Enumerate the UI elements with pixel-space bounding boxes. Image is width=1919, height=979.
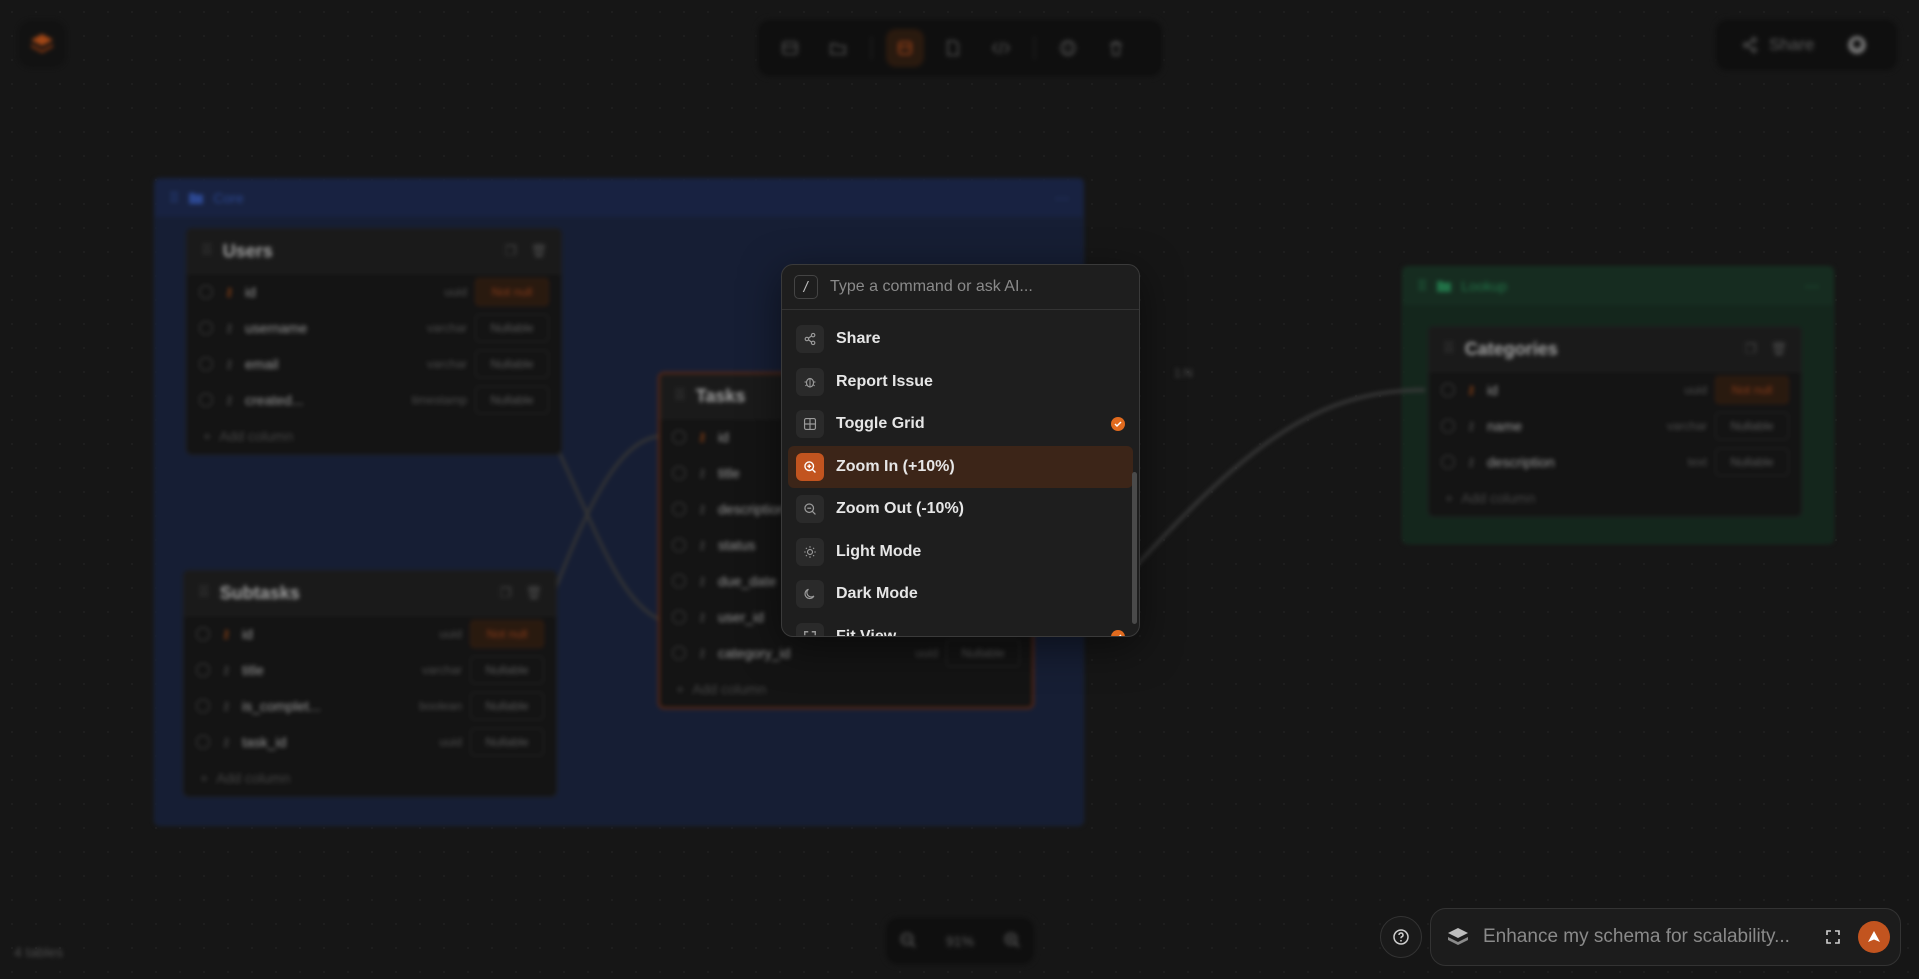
arrow-up-icon [1868, 931, 1880, 942]
send-button[interactable] [1858, 921, 1890, 953]
command-label: Zoom Out (-10%) [836, 500, 964, 517]
command-item-fit[interactable]: Fit View [788, 616, 1133, 637]
command-label: Share [836, 330, 881, 347]
check-icon [1111, 629, 1125, 636]
bug-icon [796, 367, 824, 396]
share-icon [796, 325, 824, 353]
command-item-zoom-in[interactable]: Zoom In (+10%) [788, 445, 1133, 488]
slash-shortcut-badge: / [794, 275, 818, 299]
zoom-in-icon [796, 452, 824, 481]
fit-icon [796, 622, 824, 636]
command-search: / [782, 265, 1139, 310]
check-icon [1111, 417, 1125, 431]
expand-button[interactable] [1818, 922, 1848, 952]
command-label: Zoom In (+10%) [836, 457, 955, 475]
command-label: Toggle Grid [836, 415, 925, 432]
command-input[interactable] [828, 277, 1127, 297]
sun-icon [796, 537, 824, 566]
command-palette: / Share Report Issue Toggle Grid Zoom In (+… [781, 264, 1140, 637]
command-item-zoom-out[interactable]: Zoom Out (-10%) [788, 488, 1133, 530]
command-label: Fit View [836, 627, 897, 637]
command-label: Report Issue [836, 372, 933, 390]
command-label: Light Mode [836, 542, 922, 560]
command-item-sun[interactable]: Light Mode [788, 531, 1133, 573]
command-item-moon[interactable]: Dark Mode [788, 573, 1133, 615]
command-list-scrollbar[interactable] [1132, 472, 1137, 624]
moon-icon [796, 580, 824, 608]
command-list: Share Report Issue Toggle Grid Zoom In (+10… [782, 310, 1139, 637]
command-item-bug[interactable]: Report Issue [788, 361, 1133, 403]
help-icon [1393, 929, 1409, 945]
command-item-grid[interactable]: Toggle Grid [788, 403, 1133, 445]
layers-icon [1448, 928, 1468, 945]
ai-prompt-bar [1430, 908, 1901, 966]
help-button[interactable] [1380, 916, 1422, 958]
grid-icon [796, 410, 824, 438]
expand-icon [1826, 930, 1840, 944]
command-label: Dark Mode [836, 585, 918, 602]
command-item-share[interactable]: Share [788, 318, 1133, 360]
zoom-out-icon [796, 495, 824, 523]
ai-prompt-input[interactable] [1481, 925, 1808, 949]
